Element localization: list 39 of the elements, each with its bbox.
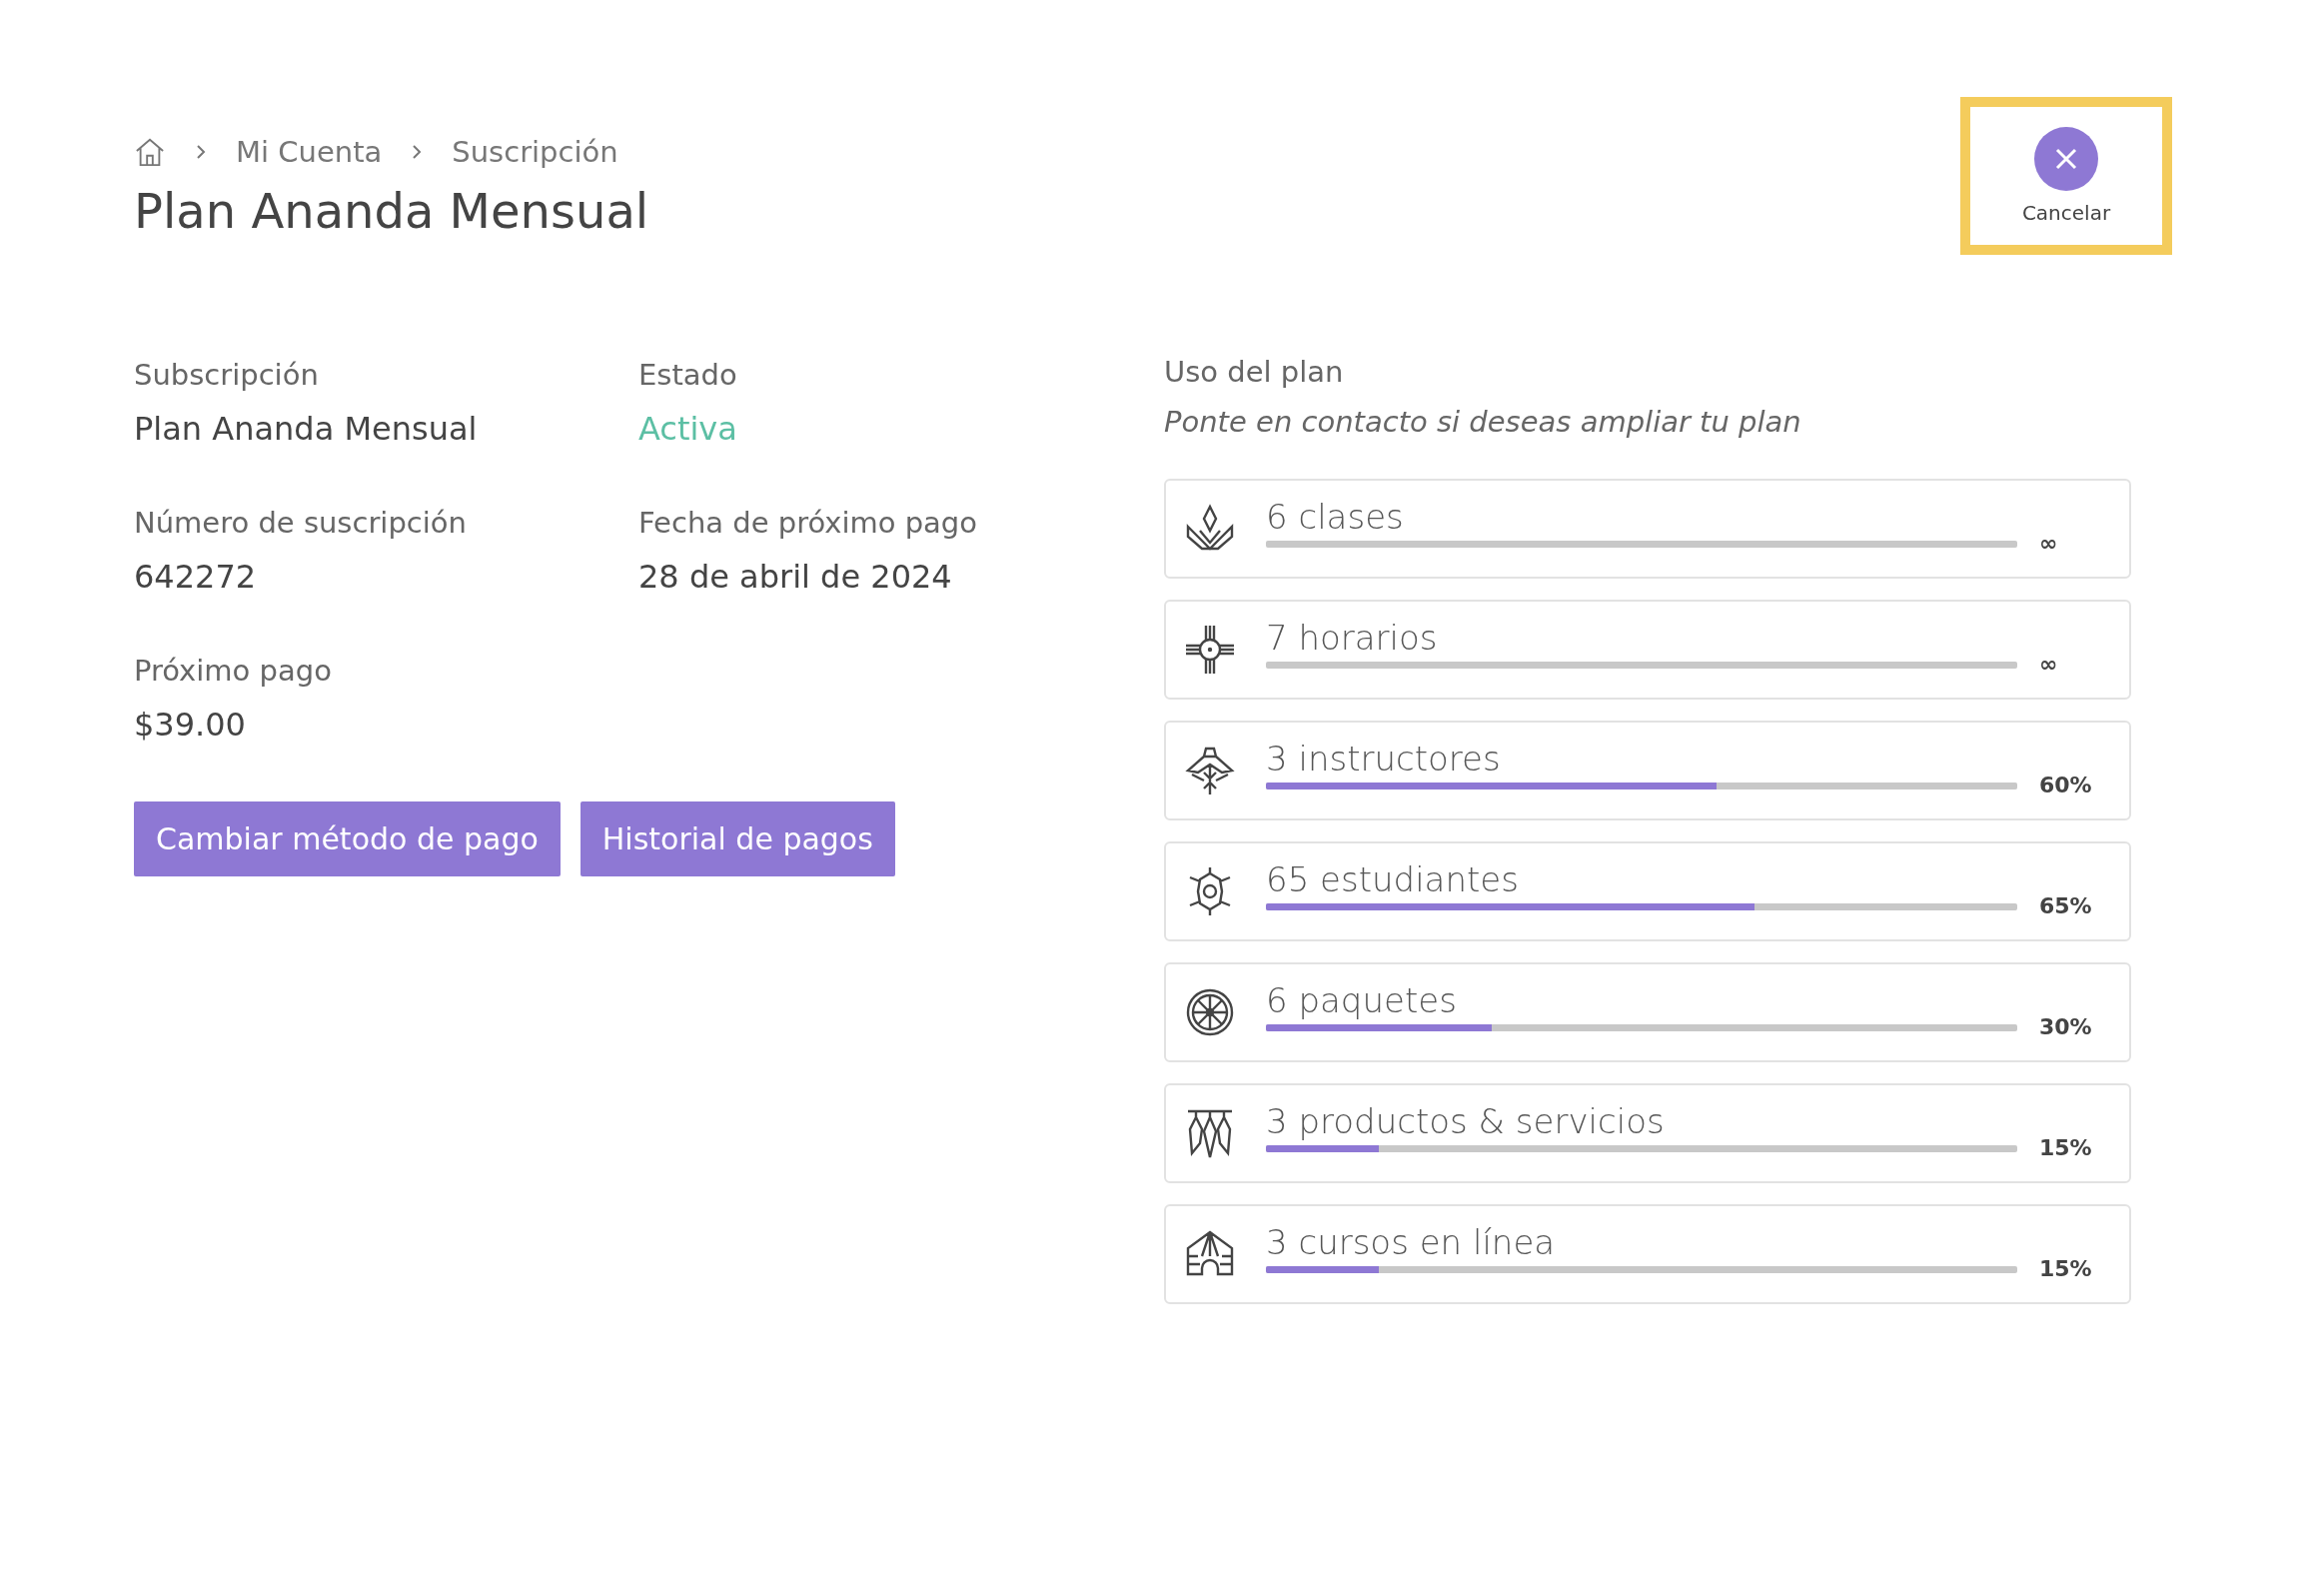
field-value: Plan Ananda Mensual bbox=[134, 410, 479, 448]
usage-reading: 30% bbox=[2039, 1012, 2093, 1039]
home-icon[interactable] bbox=[134, 137, 166, 167]
cancel-button[interactable]: Cancelar bbox=[1960, 97, 2172, 255]
field-label: Estado bbox=[638, 358, 738, 392]
action-button[interactable]: Historial de pagos bbox=[580, 801, 895, 876]
usage-title: Uso del plan bbox=[1164, 355, 1345, 389]
usage-label: 3 cursos en línea bbox=[1266, 1221, 1557, 1262]
field-value: 28 de abril de 2024 bbox=[638, 558, 953, 596]
usage-subtitle: Ponte en contacto si deseas ampliar tu plan bbox=[1164, 405, 1802, 439]
page-title: Plan Ananda Mensual bbox=[134, 183, 649, 239]
usage-label: 6 paquetes bbox=[1266, 979, 1458, 1020]
bird-icon bbox=[1184, 745, 1236, 796]
status-value: Activa bbox=[638, 410, 738, 448]
breadcrumb-link[interactable]: Suscripción bbox=[452, 135, 618, 169]
field-value: 642272 bbox=[134, 558, 258, 596]
breadcrumb-link[interactable]: Mi Cuenta bbox=[236, 135, 383, 169]
chevron-icon bbox=[196, 144, 206, 160]
usage-label: 6 clases bbox=[1266, 496, 1405, 537]
usage-label: 7 horarios bbox=[1266, 617, 1439, 658]
field-label: Fecha de próximo pago bbox=[638, 506, 979, 540]
usage-label: 3 productos & servicios bbox=[1266, 1100, 1666, 1141]
usage-reading: 65% bbox=[2039, 891, 2093, 918]
usage-label: 3 instructores bbox=[1266, 738, 1502, 779]
field-label: Próximo pago bbox=[134, 654, 333, 688]
field-label: Número de suscripción bbox=[134, 506, 468, 540]
usage-reading: 15% bbox=[2039, 1133, 2093, 1160]
usage-reading: ∞ bbox=[2039, 529, 2059, 556]
field-value: $39.00 bbox=[134, 706, 247, 744]
sun-icon bbox=[1184, 624, 1236, 676]
usage-reading: 60% bbox=[2039, 771, 2093, 797]
usage-reading: 15% bbox=[2039, 1254, 2093, 1281]
field-label: Subscripción bbox=[134, 358, 320, 392]
chevron-icon bbox=[412, 144, 423, 160]
usage-label: 65 estudiantes bbox=[1266, 858, 1520, 899]
wheel-icon bbox=[1184, 986, 1236, 1038]
usage-reading: ∞ bbox=[2039, 650, 2059, 677]
close-icon bbox=[2034, 127, 2098, 191]
action-button[interactable]: Cambiar método de pago bbox=[134, 801, 561, 876]
